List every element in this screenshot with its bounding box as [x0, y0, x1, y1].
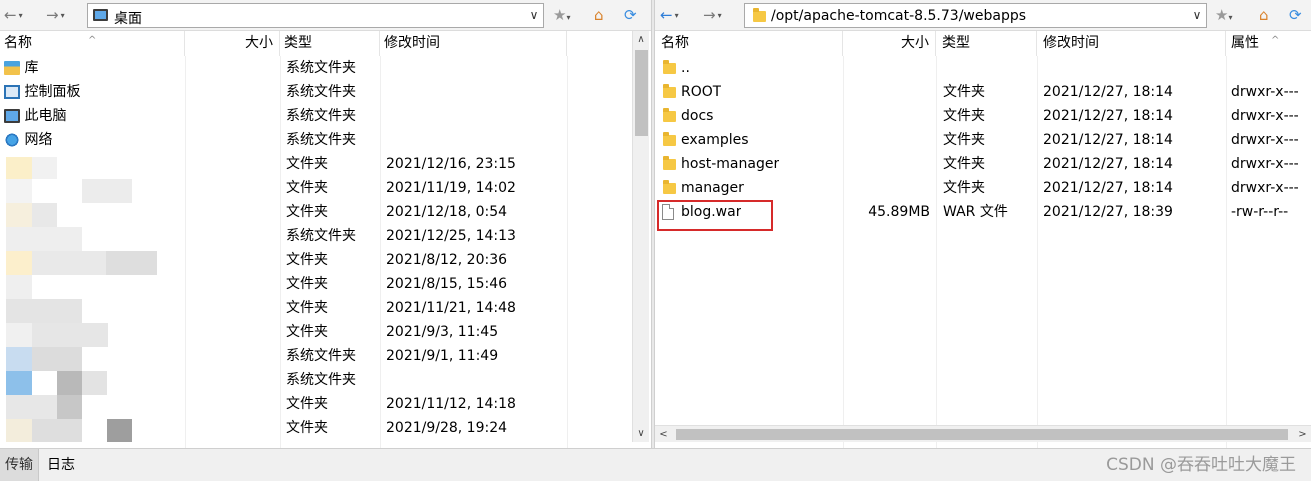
col-type[interactable]: 类型 [280, 31, 380, 56]
col-modified[interactable]: 修改时间 [380, 31, 567, 56]
scroll-thumb[interactable] [635, 50, 648, 136]
list-item[interactable]: 文件夹 2021/11/21, 14:48 [0, 296, 632, 320]
desktop-icon [93, 9, 108, 21]
scroll-thumb[interactable] [676, 429, 1288, 440]
col-modified[interactable]: 修改时间 [1037, 31, 1226, 56]
folder-icon [663, 59, 676, 74]
col-name[interactable]: 名称 ^ [0, 31, 185, 56]
col-type[interactable]: 类型 [936, 31, 1037, 56]
list-item[interactable]: 系统文件夹 [0, 368, 632, 392]
remote-path-field[interactable]: /opt/apache-tomcat-8.5.73/webapps ∨ [744, 3, 1207, 28]
back-button[interactable]: ← ▾ [4, 5, 23, 25]
list-item[interactable]: host-manager 文件夹 2021/12/27, 18:14 drwxr… [655, 152, 1311, 176]
list-item[interactable]: 文件夹 2021/11/19, 14:02 [0, 176, 632, 200]
highlight-box [657, 200, 773, 231]
watermark: CSDN @吞吞吐吐大魔王 [1106, 455, 1296, 475]
folder-icon [663, 131, 676, 146]
list-item[interactable]: 系统文件夹 2021/12/25, 14:13 [0, 224, 632, 248]
col-size[interactable]: 大小 [843, 31, 936, 56]
forward-button[interactable]: → ▾ [46, 5, 65, 25]
bookmark-star-icon[interactable]: ★▾ [553, 6, 570, 27]
local-path-field[interactable]: 桌面 ∨ [87, 3, 544, 28]
col-attributes[interactable]: 属性 ^ [1226, 31, 1311, 56]
list-item[interactable]: docs 文件夹 2021/12/27, 18:14 drwxr-x--- [655, 104, 1311, 128]
bottom-panel-tabs: 传输 日志 CSDN @吞吞吐吐大魔王 [0, 448, 1311, 481]
folder-icon [753, 8, 766, 22]
tab-log[interactable]: 日志 [42, 449, 80, 481]
remote-horizontal-scrollbar[interactable]: < > [655, 425, 1311, 442]
list-item[interactable]: 网络 系统文件夹 [0, 128, 632, 152]
scroll-right-icon[interactable]: > [1294, 426, 1311, 443]
scroll-down-icon[interactable]: ∨ [633, 425, 649, 442]
list-item[interactable]: 文件夹 2021/9/28, 19:24 [0, 416, 632, 440]
list-item[interactable]: 文件夹 2021/8/15, 15:46 [0, 272, 632, 296]
list-item[interactable]: 库 系统文件夹 [0, 56, 632, 80]
scroll-up-icon[interactable]: ∧ [633, 31, 649, 48]
list-item[interactable]: 控制面板 系统文件夹 [0, 80, 632, 104]
sftp-client-window: ← ▾ → ▾ 桌面 ∨ ★▾ ⌂ ⟳ 名称 ^ 大小 类型 修改时间 库 系统… [0, 0, 1311, 481]
remote-pane: ← ▾ → ▾ /opt/apache-tomcat-8.5.73/webapps … [655, 0, 1311, 448]
library-icon [4, 61, 20, 75]
sort-up-icon: ^ [1271, 35, 1280, 46]
list-item[interactable]: examples 文件夹 2021/12/27, 18:14 drwxr-x--… [655, 128, 1311, 152]
control-panel-icon [4, 85, 20, 99]
remote-back-button[interactable]: ← ▾ [660, 5, 679, 25]
list-item[interactable]: manager 文件夹 2021/12/27, 18:14 drwxr-x--- [655, 176, 1311, 200]
folder-icon [663, 83, 676, 98]
chevron-down-icon[interactable]: ∨ [525, 4, 543, 27]
local-vertical-scrollbar[interactable]: ∧ ∨ [632, 31, 649, 442]
local-column-header: 名称 ^ 大小 类型 修改时间 [0, 31, 632, 56]
tab-transfer[interactable]: 传输 [0, 449, 39, 481]
folder-icon [663, 179, 676, 194]
local-pane: ← ▾ → ▾ 桌面 ∨ ★▾ ⌂ ⟳ 名称 ^ 大小 类型 修改时间 库 系统… [0, 0, 651, 448]
list-item[interactable]: 系统文件夹 2021/9/1, 11:49 [0, 344, 632, 368]
local-toolbar: ← ▾ → ▾ 桌面 ∨ ★▾ ⌂ ⟳ [0, 0, 651, 31]
refresh-icon[interactable]: ⟳ [624, 6, 637, 24]
list-item[interactable]: 文件夹 2021/12/16, 23:15 [0, 152, 632, 176]
remote-column-header: 名称 大小 类型 修改时间 属性 ^ [655, 31, 1311, 56]
sort-up-icon: ^ [88, 35, 97, 46]
list-item[interactable]: 文件夹 2021/9/3, 11:45 [0, 320, 632, 344]
list-item[interactable]: 文件夹 2021/8/12, 20:36 [0, 248, 632, 272]
home-folder-icon[interactable]: ⌂ [1259, 6, 1269, 24]
refresh-icon[interactable]: ⟳ [1289, 6, 1302, 24]
folder-icon [663, 107, 676, 122]
computer-icon [4, 109, 20, 123]
col-size[interactable]: 大小 [185, 31, 280, 56]
local-file-list: 库 系统文件夹 控制面板 系统文件夹 此电脑 系统文件夹 网络 系统文件夹 文件… [0, 56, 632, 440]
list-item[interactable]: ROOT 文件夹 2021/12/27, 18:14 drwxr-x--- [655, 80, 1311, 104]
list-item[interactable]: 文件夹 2021/12/18, 0:54 [0, 200, 632, 224]
col-extra [567, 31, 632, 56]
chevron-down-icon[interactable]: ∨ [1188, 4, 1206, 27]
list-item[interactable]: 此电脑 系统文件夹 [0, 104, 632, 128]
remote-file-list: .. ROOT 文件夹 2021/12/27, 18:14 drwxr-x---… [655, 56, 1311, 224]
remote-toolbar: ← ▾ → ▾ /opt/apache-tomcat-8.5.73/webapps … [655, 0, 1311, 31]
scroll-left-icon[interactable]: < [655, 426, 672, 443]
list-item[interactable]: 文件夹 2021/11/12, 14:18 [0, 392, 632, 416]
col-name[interactable]: 名称 [655, 31, 843, 56]
remote-path-text: /opt/apache-tomcat-8.5.73/webapps [771, 8, 1027, 24]
local-path-text: 桌面 [114, 11, 142, 27]
home-folder-icon[interactable]: ⌂ [594, 6, 604, 24]
remote-forward-button[interactable]: → ▾ [703, 5, 722, 25]
folder-icon [663, 155, 676, 170]
network-icon [4, 133, 20, 147]
list-item[interactable]: .. [655, 56, 1311, 80]
bookmark-star-icon[interactable]: ★▾ [1215, 6, 1232, 27]
